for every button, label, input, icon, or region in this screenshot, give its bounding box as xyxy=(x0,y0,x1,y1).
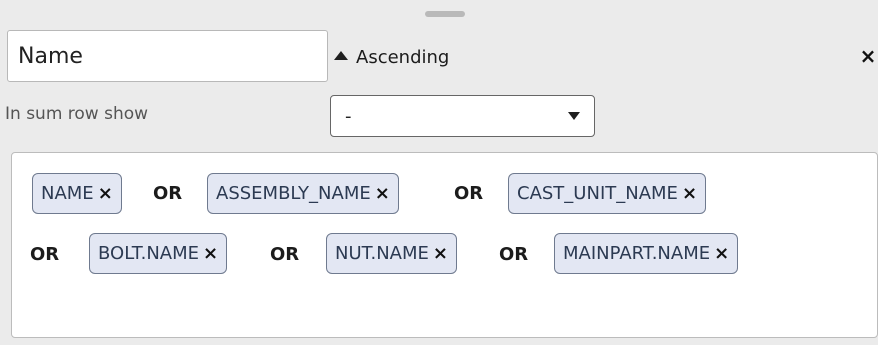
filter-tag-label: BOLT.NAME xyxy=(98,243,200,264)
or-operator: OR xyxy=(499,244,529,265)
filter-tag-label: NUT.NAME xyxy=(335,243,429,264)
triangle-up-icon xyxy=(334,51,348,60)
sum-row-select[interactable]: - xyxy=(330,95,595,137)
close-icon[interactable]: × xyxy=(98,184,113,203)
or-operator: OR xyxy=(30,244,60,265)
filter-tag-label: ASSEMBLY_NAME xyxy=(216,183,371,204)
filter-tag-label: MAINPART.NAME xyxy=(563,243,711,264)
sum-row-selected-value: - xyxy=(345,105,352,127)
filter-tag-label: CAST_UNIT_NAME xyxy=(517,183,678,204)
filter-tag-name[interactable]: NAME × xyxy=(32,173,122,214)
sort-order-toggle[interactable]: Ascending xyxy=(334,42,449,72)
filter-tag-cast-unit-name[interactable]: CAST_UNIT_NAME × xyxy=(508,173,707,214)
chevron-down-icon xyxy=(568,112,580,120)
close-icon[interactable]: × xyxy=(857,41,878,71)
filter-tag-nut-name[interactable]: NUT.NAME × xyxy=(326,233,457,274)
close-icon[interactable]: × xyxy=(375,184,390,203)
filter-tag-assembly-name[interactable]: ASSEMBLY_NAME × xyxy=(207,173,399,214)
close-icon[interactable]: × xyxy=(682,184,697,203)
close-icon[interactable]: × xyxy=(433,244,448,263)
filter-tag-mainpart-name[interactable]: MAINPART.NAME × xyxy=(554,233,739,274)
filter-tag-label: NAME xyxy=(41,183,94,204)
sort-order-label: Ascending xyxy=(356,46,450,68)
or-operator: OR xyxy=(153,183,183,204)
column-name-input[interactable]: Name xyxy=(7,30,328,82)
filter-tag-box[interactable]: NAME × OR ASSEMBLY_NAME × OR CAST_UNIT_N… xyxy=(11,152,878,338)
column-settings-panel: Name Ascending × In sum row show - NAME … xyxy=(0,0,878,345)
drag-handle[interactable] xyxy=(425,11,465,17)
filter-tag-bolt-name[interactable]: BOLT.NAME × xyxy=(89,233,228,274)
close-icon[interactable]: × xyxy=(203,244,218,263)
sum-row-label: In sum row show xyxy=(5,104,149,124)
or-operator: OR xyxy=(454,183,484,204)
close-icon[interactable]: × xyxy=(714,244,729,263)
or-operator: OR xyxy=(270,244,300,265)
